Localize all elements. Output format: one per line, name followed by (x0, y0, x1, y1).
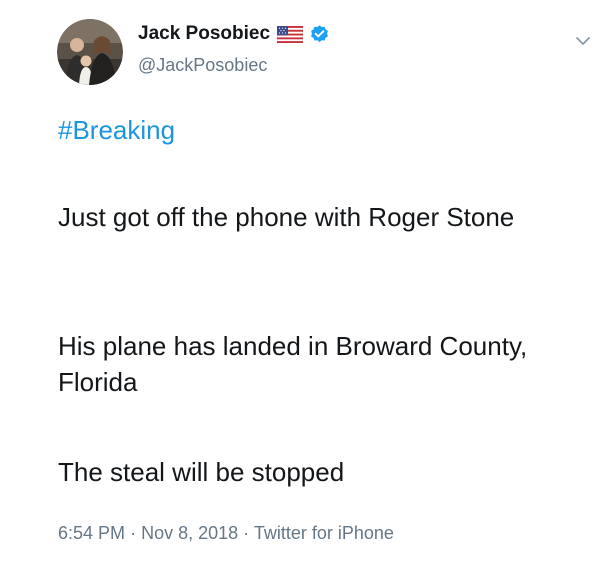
verified-badge-shape (311, 24, 328, 42)
tweet-date[interactable]: Nov 8, 2018 (141, 523, 238, 543)
us-flag-icon (276, 25, 304, 43)
meta-separator: · (130, 523, 137, 543)
meta-separator: · (243, 523, 250, 543)
verified-badge-icon (309, 24, 330, 45)
tweet-time[interactable]: 6:54 PM (58, 523, 125, 543)
avatar-photo-icon (57, 19, 123, 85)
tweet-paragraph: The steal will be stopped (58, 457, 345, 487)
tweet-paragraph: Just got off the phone with Roger Stone (58, 202, 515, 232)
author-display-name[interactable]: Jack Posobiec (138, 23, 270, 45)
hashtag-link[interactable]: #Breaking (58, 115, 175, 146)
author-handle[interactable]: @JackPosobiec (138, 55, 267, 76)
author-name-row: Jack Posobiec (138, 22, 330, 46)
tweet-card: Jack Posobiec @JackPosobiec #Breaking Ju… (0, 0, 615, 577)
tweet-paragraph: His plane has landed in Broward County, … (58, 331, 528, 397)
tweet-source[interactable]: Twitter for iPhone (254, 523, 394, 543)
chevron-down-icon[interactable] (572, 30, 594, 52)
tweet-meta: 6:54 PM · Nov 8, 2018 · Twitter for iPho… (58, 523, 394, 544)
avatar[interactable] (57, 19, 123, 85)
